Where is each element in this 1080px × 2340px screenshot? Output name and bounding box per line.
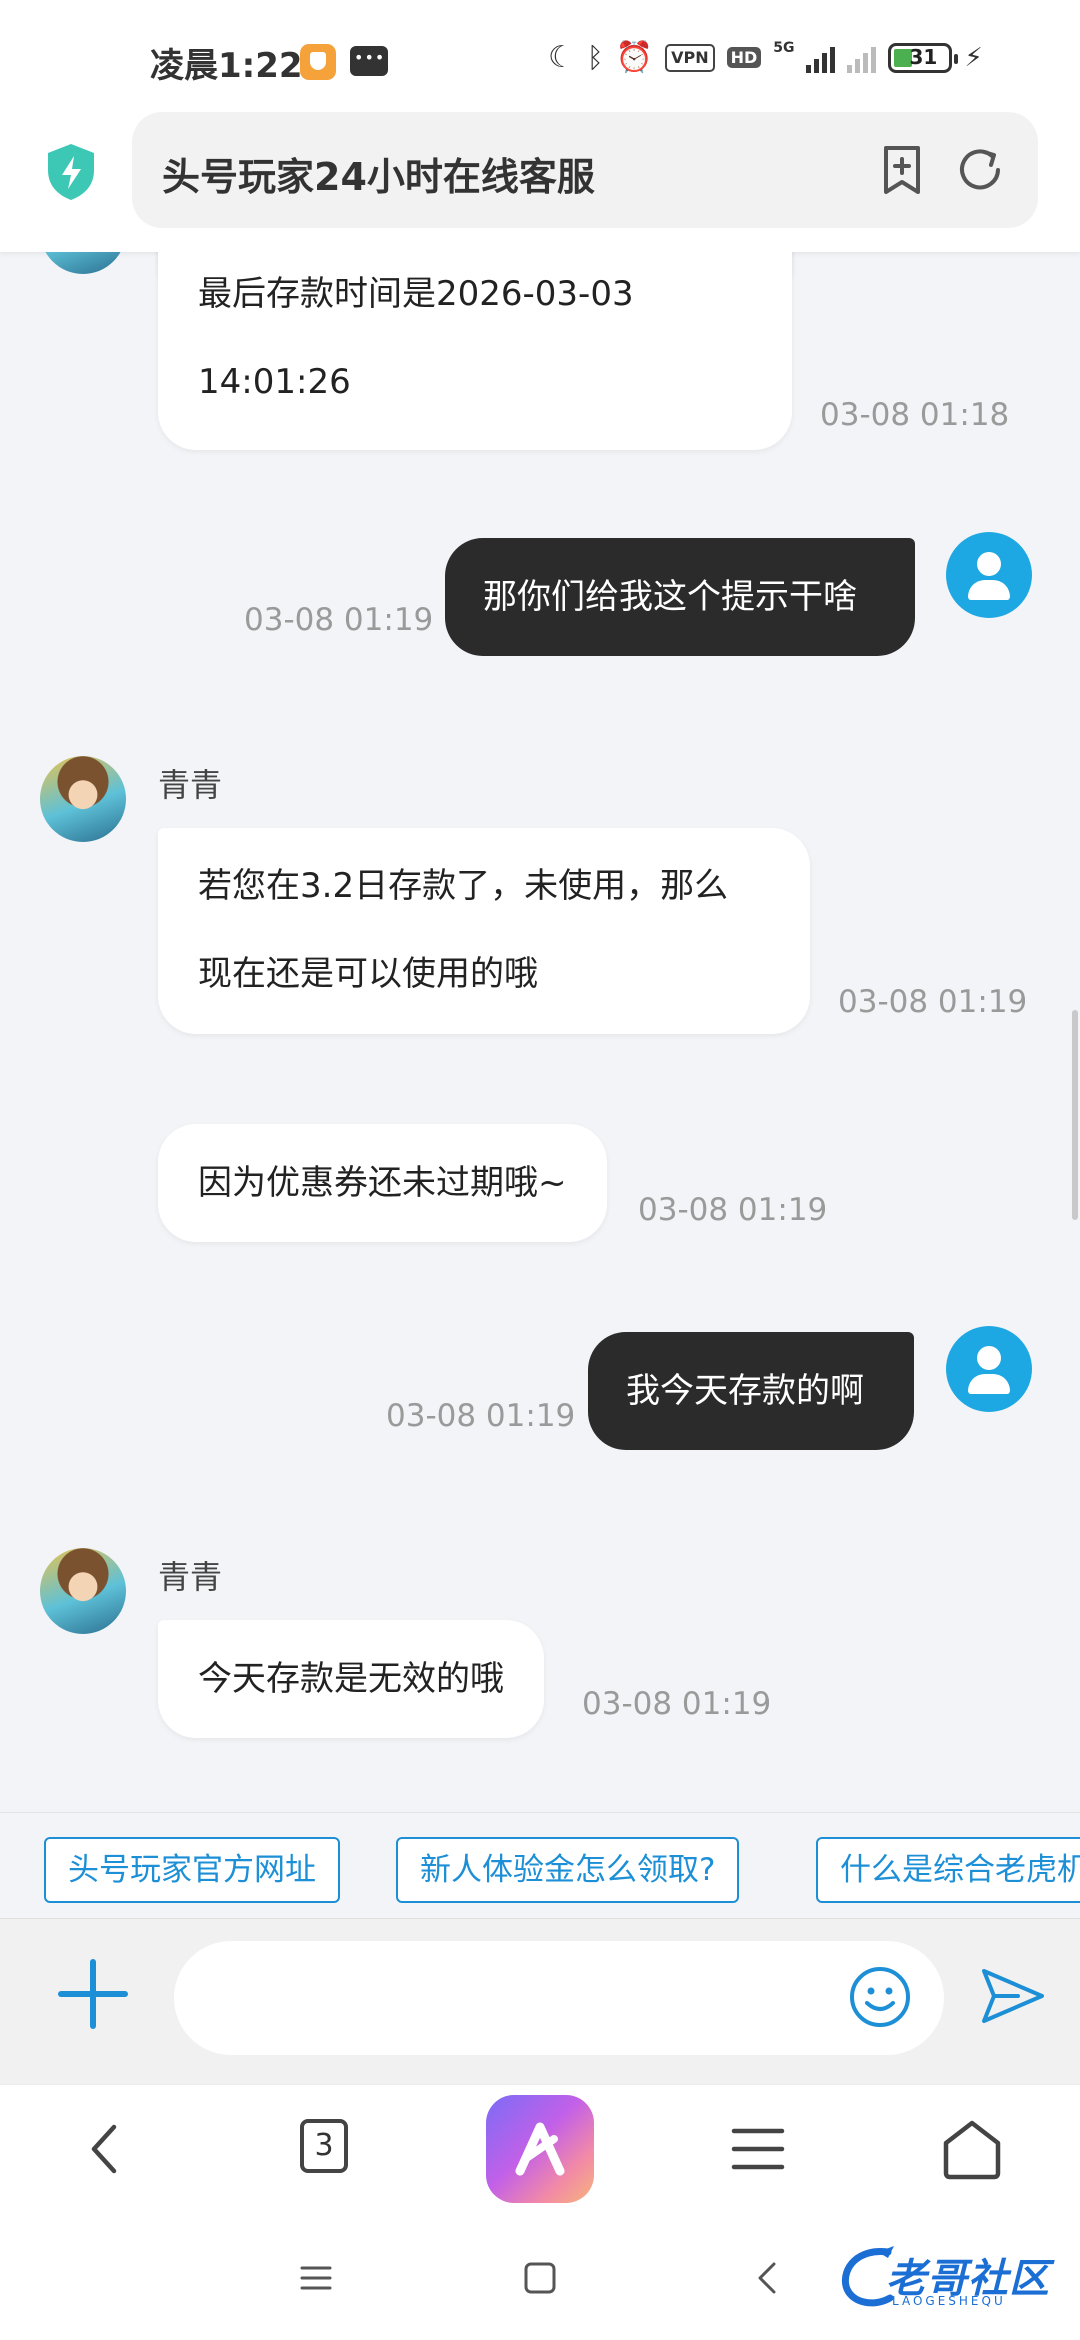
system-navigation: 老哥社区 LAOGESHEQU <box>0 2214 1080 2340</box>
reload-icon[interactable] <box>952 142 1008 198</box>
vpn-icon: VPN <box>665 43 715 72</box>
recents-icon[interactable] <box>296 2258 336 2298</box>
message-text: 因为优惠券还未过期哦~ <box>198 1163 567 1203</box>
battery-level: 31 <box>909 44 938 69</box>
moon-icon: ☾ <box>548 40 575 75</box>
alarm-icon: ⏰ <box>615 40 654 75</box>
emoji-icon[interactable] <box>848 1965 912 2029</box>
send-icon[interactable] <box>978 1963 1048 2029</box>
sender-name: 青青 <box>158 1558 223 1596</box>
address-bar: 头号玩家24小时在线客服 <box>0 112 1080 252</box>
quick-reply-chip[interactable]: 头号玩家官方网址 <box>44 1837 340 1903</box>
agent-message: 因为优惠券还未过期哦~ <box>158 1124 607 1242</box>
status-time: 凌晨1:22 <box>150 46 303 86</box>
hd-icon: HD <box>726 47 762 68</box>
user-message: 我今天存款的啊 <box>588 1332 914 1450</box>
message-time: 03-08 01:19 <box>838 984 1028 1020</box>
quick-replies: 头号玩家官方网址 新人体验金怎么领取? 什么是综合老虎机 <box>0 1812 1080 1918</box>
message-input[interactable] <box>174 1941 944 2055</box>
signal-2-icon <box>847 43 877 73</box>
message-text: 14:01:26 <box>198 362 351 402</box>
menu-icon[interactable] <box>722 2113 794 2185</box>
battery-icon: 31 <box>888 42 959 73</box>
message-text: 若您在3.2日存款了，未使用，那么 <box>198 866 729 906</box>
message-text: 最后存款时间是2026-03-03 <box>198 274 634 314</box>
network-label: 5G <box>773 40 795 56</box>
home-icon[interactable] <box>936 2113 1008 2185</box>
message-text: 那你们给我这个提示干啥 <box>483 577 857 617</box>
charging-icon: ⚡ <box>964 42 983 73</box>
back-icon[interactable] <box>70 2113 142 2185</box>
app-logo-button[interactable] <box>486 2095 594 2203</box>
sender-name: 青青 <box>158 766 223 804</box>
quick-reply-chip[interactable]: 什么是综合老虎机 <box>816 1837 1080 1903</box>
quick-reply-chip[interactable]: 新人体验金怎么领取? <box>396 1837 740 1903</box>
user-avatar <box>946 532 1032 618</box>
browser-toolbar: 3 <box>0 2084 1080 2214</box>
message-text: 现在还是可以使用的哦 <box>198 954 538 994</box>
agent-avatar <box>40 1548 126 1634</box>
user-avatar <box>946 1326 1032 1412</box>
agent-avatar <box>40 252 126 274</box>
message-time: 03-08 01:18 <box>820 397 1010 433</box>
message-text: 今天存款是无效的哦 <box>198 1659 504 1699</box>
message-time: 03-08 01:19 <box>244 602 434 638</box>
agent-message: 今天存款是无效的哦 <box>158 1620 544 1738</box>
chat-area[interactable]: 最后存款时间是2026-03-03 14:01:26 03-08 01:18 0… <box>0 252 1080 1812</box>
signal-icon <box>806 43 836 73</box>
watermark-logo: 老哥社区 LAOGESHEQU <box>838 2244 1068 2314</box>
logo-icon <box>515 2122 565 2176</box>
agent-message: 若您在3.2日存款了，未使用，那么 现在还是可以使用的哦 <box>158 828 810 1034</box>
watermark-subtext: LAOGESHEQU <box>892 2294 1006 2308</box>
tabs-button[interactable]: 3 <box>300 2119 348 2173</box>
user-message: 那你们给我这个提示干啥 <box>445 538 915 656</box>
add-bookmark-icon[interactable] <box>874 142 930 198</box>
message-text: 我今天存款的啊 <box>626 1371 864 1411</box>
app-notification-icon <box>300 44 336 80</box>
message-notification-icon <box>350 46 388 76</box>
url-box[interactable]: 头号玩家24小时在线客服 <box>132 112 1038 228</box>
status-bar: 凌晨1:22 ☾ ᛒ ⏰ VPN HD 5G 31 ⚡ <box>0 0 1080 112</box>
message-time: 03-08 01:19 <box>386 1398 576 1434</box>
agent-avatar <box>40 756 126 842</box>
back-nav-icon[interactable] <box>748 2258 788 2298</box>
page-title[interactable]: 头号玩家24小时在线客服 <box>162 146 595 201</box>
input-bar <box>0 1918 1080 2084</box>
agent-message: 最后存款时间是2026-03-03 14:01:26 <box>158 252 792 450</box>
home-nav-icon[interactable] <box>520 2258 560 2298</box>
shield-icon <box>48 144 94 200</box>
plus-icon[interactable] <box>58 1959 128 2029</box>
scrollbar[interactable] <box>1072 1010 1078 1220</box>
message-time: 03-08 01:19 <box>582 1686 772 1722</box>
message-time: 03-08 01:19 <box>638 1192 828 1228</box>
bluetooth-icon: ᛒ <box>586 41 604 74</box>
status-icons: ☾ ᛒ ⏰ VPN HD 5G 31 ⚡ <box>548 40 983 75</box>
